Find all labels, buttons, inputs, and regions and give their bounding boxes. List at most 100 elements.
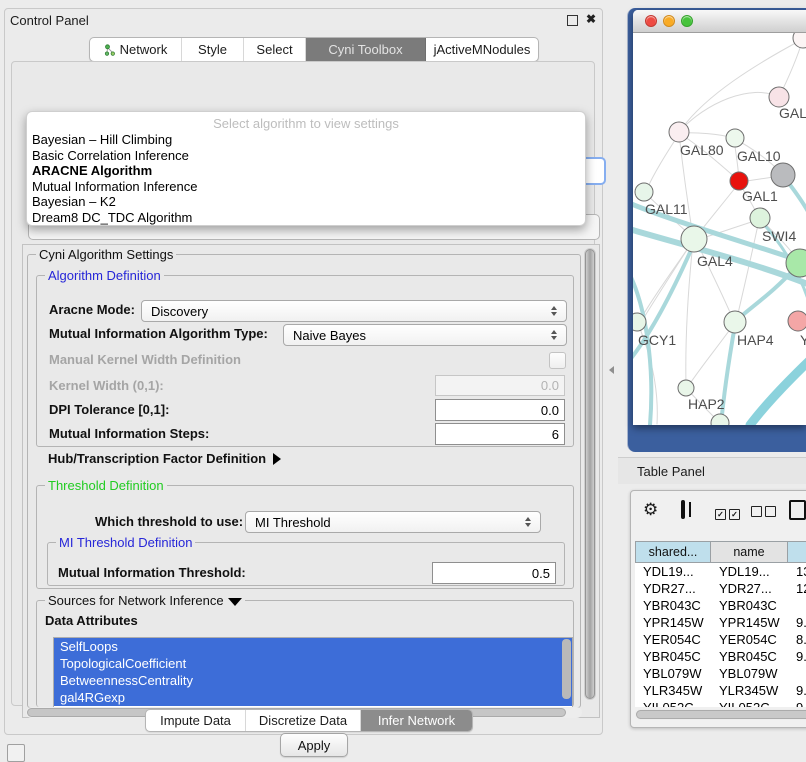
tab-jactivemnodules[interactable]: jActiveMNodules [426,38,538,61]
mi-steps-field[interactable]: 6 [435,423,565,445]
network-edge[interactable] [750,359,806,425]
manual-kernel-width-label: Manual Kernel Width Definition [49,352,241,368]
table-horizontal-scrollbar[interactable] [635,709,806,720]
tab-infer-network[interactable]: Infer Network [361,710,472,731]
table-cell: YBR045C [711,648,788,665]
table-cell [788,597,806,614]
table-row[interactable]: YBR045CYBR045C9. [635,648,806,665]
hub-transcription-expander[interactable]: Hub/Transcription Factor Definition [48,451,281,466]
table-cell: 12 [788,580,806,597]
which-threshold-combobox[interactable]: MI Threshold [245,511,541,533]
column-header-shared[interactable]: shared... [635,541,711,563]
network-window-titlebar[interactable] [633,10,806,33]
node-label: HAP4 [737,332,774,348]
network-node[interactable] [711,414,729,425]
table-row[interactable]: YBL079WYBL079W [635,665,806,682]
dpi-tolerance-label: DPI Tolerance [0,1]: [49,402,169,418]
minimize-window-icon[interactable] [663,15,675,27]
network-edge[interactable] [737,266,797,320]
table-cell: YDL19... [711,563,788,580]
data-attribute-item[interactable]: TopologicalCoefficient [54,655,572,672]
network-edge[interactable] [646,134,679,191]
table-row[interactable]: YDL19...YDL19...13 [635,563,806,580]
minimized-widget-icon[interactable] [7,744,25,762]
expand-right-icon [273,453,281,465]
table-row[interactable]: YER054CYER054C8. [635,631,806,648]
data-attribute-item[interactable]: gal4RGexp [54,689,572,706]
network-node[interactable] [678,380,694,396]
dpi-tolerance-field[interactable]: 0.0 [435,399,565,421]
gear-icon[interactable]: ⚙ [643,502,658,519]
table-row[interactable]: YLR345WYLR345W9. [635,682,806,699]
network-node[interactable] [635,183,653,201]
hub-transcription-label: Hub/Transcription Factor Definition [48,451,266,466]
close-icon[interactable]: ✖ [586,12,596,26]
algorithm-option[interactable]: Bayesian – Hill Climbing [27,132,585,148]
aracne-mode-combobox[interactable]: Discovery [141,300,567,322]
table-row[interactable]: YDR27...YDR27...12 [635,580,806,597]
table-panel-title: Table Panel [618,464,705,479]
document-icon[interactable] [789,500,806,520]
kernel-width-field: 0.0 [435,375,565,396]
column-header-name[interactable]: name [711,541,788,563]
algorithm-option[interactable]: Mutual Information Inference [27,179,585,195]
columns-icon[interactable] [681,500,685,519]
checked-boxes-icon[interactable]: ✓✓ [715,505,743,520]
network-edge[interactable] [640,242,692,324]
table-cell: YDR27... [711,580,788,597]
node-label: GAL10 [737,148,781,164]
aracne-mode-value: Discovery [142,304,546,319]
network-node[interactable] [726,129,744,147]
mi-threshold-label: Mutual Information Threshold: [58,565,246,581]
algorithm-definition-group: Algorithm Definition Aracne Mode: Discov… [36,275,574,447]
tab-cyni-toolbox[interactable]: Cyni Toolbox [306,38,426,61]
algorithm-option[interactable]: Dream8 DC_TDC Algorithm [27,210,585,226]
network-node[interactable] [724,311,746,333]
column-header-a[interactable]: A [788,541,806,563]
algorithm-dropdown-prompt: Select algorithm to view settings [27,115,585,132]
splitter-collapse-icon[interactable] [609,366,614,374]
tab-select[interactable]: Select [244,38,306,61]
sources-title: Sources for Network Inference [45,593,245,608]
network-node[interactable] [633,313,646,331]
mi-threshold-definition-title: MI Threshold Definition [56,535,195,550]
algorithm-option[interactable]: Basic Correlation Inference [27,148,585,164]
network-node[interactable] [788,311,806,331]
network-node[interactable] [750,208,770,228]
network-node[interactable] [769,87,789,107]
node-label: Y [800,332,806,348]
table-row[interactable]: YIL052CYIL052C9 [635,699,806,707]
algorithm-option[interactable]: Bayesian – K2 [27,194,585,210]
data-attribute-item[interactable]: BetweennessCentrality [54,672,572,689]
close-window-icon[interactable] [645,15,657,27]
threshold-definition-title: Threshold Definition [45,478,167,493]
mi-threshold-field[interactable]: 0.5 [432,562,556,584]
network-view-window[interactable]: GALGAL80GAL10GAL1GAL11SWI4GAL4GCY1HAP4YH… [633,10,806,425]
data-attribute-item[interactable]: SelfLoops [54,638,572,655]
table-row[interactable]: YPR145WYPR145W9. [635,614,806,631]
unchecked-boxes-icon[interactable] [751,505,779,520]
network-node[interactable] [669,122,689,142]
zoom-window-icon[interactable] [681,15,693,27]
network-canvas[interactable]: GALGAL80GAL10GAL1GAL11SWI4GAL4GCY1HAP4YH… [633,33,806,425]
list-scrollbar[interactable] [562,639,571,699]
tab-discretize-data[interactable]: Discretize Data [246,710,361,731]
tab-impute-data[interactable]: Impute Data [146,710,246,731]
network-node[interactable] [793,33,806,48]
network-edge[interactable] [679,92,779,132]
which-threshold-value: MI Threshold [246,515,520,530]
algorithm-option[interactable]: ARACNE Algorithm [27,163,585,179]
table-row[interactable]: YBR043CYBR043C [635,597,806,614]
float-window-icon[interactable] [567,15,578,26]
mi-algorithm-type-combobox[interactable]: Naive Bayes [283,324,567,346]
settings-scrollpane: Cyni Algorithm Settings Algorithm Defini… [22,244,600,718]
settings-vertical-scrollbar[interactable] [584,248,596,700]
tab-network[interactable]: Network [90,38,182,61]
apply-button[interactable]: Apply [280,733,348,757]
network-node[interactable] [681,226,707,252]
data-attributes-list[interactable]: SelfLoopsTopologicalCoefficientBetweenne… [53,637,573,709]
table-header: shared...nameA [635,541,806,563]
network-node[interactable] [771,163,795,187]
tab-style[interactable]: Style [182,38,244,61]
collapse-down-icon[interactable] [228,598,242,606]
